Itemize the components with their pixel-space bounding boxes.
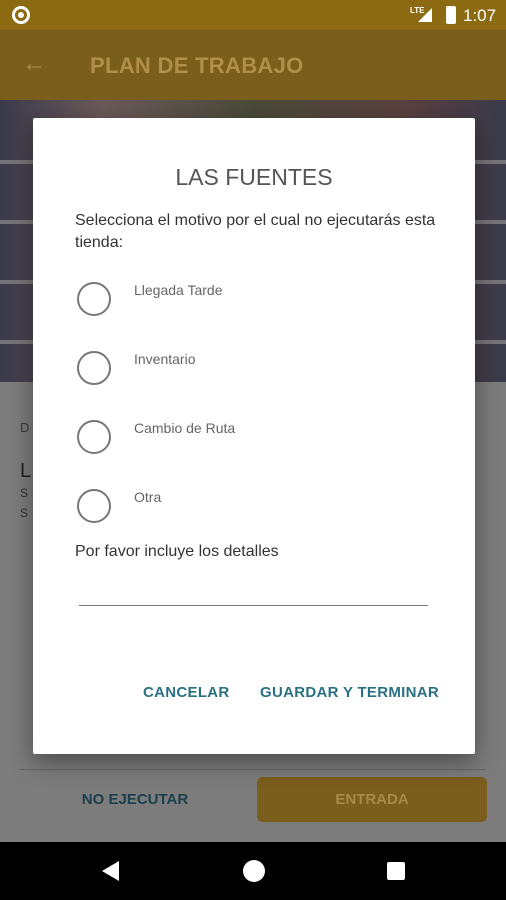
back-arrow-icon[interactable]: ← — [22, 52, 46, 76]
entrada-button[interactable]: ENTRADA — [257, 777, 487, 822]
signal-icon — [418, 8, 432, 22]
option-llegada-tarde[interactable]: Llegada Tarde — [77, 282, 457, 318]
option-otra[interactable]: Otra — [77, 489, 457, 525]
option-inventario[interactable]: Inventario — [77, 351, 457, 387]
dialog-title: LAS FUENTES — [175, 164, 333, 190]
store-date: D — [20, 420, 30, 435]
dialog-prompt: Selecciona el motivo por el cual no ejec… — [75, 212, 436, 251]
nav-recents-icon[interactable] — [387, 862, 405, 880]
store-name: L — [20, 460, 32, 482]
option-cambio-de-ruta[interactable]: Cambio de Ruta — [77, 420, 457, 456]
reason-dialog: LAS FUENTES Selecciona el motivo por el … — [33, 118, 475, 754]
app-bar: ← PLAN DE TRABAJO — [0, 30, 506, 100]
status-time: 1:07 — [463, 6, 497, 25]
nav-home-icon[interactable] — [243, 860, 265, 882]
divider — [20, 769, 486, 770]
radio-button[interactable] — [77, 351, 111, 385]
radio-button[interactable] — [77, 489, 111, 523]
radio-button[interactable] — [77, 282, 111, 316]
option-label: Inventario — [134, 351, 196, 367]
store-info-line: S — [20, 486, 29, 500]
save-and-finish-button[interactable]: GUARDAR Y TERMINAR — [260, 680, 439, 704]
notification-icon — [12, 6, 30, 24]
store-info-line: S — [20, 506, 29, 520]
no-ejecutar-button[interactable]: NO EJECUTAR — [60, 782, 210, 818]
details-input[interactable] — [79, 576, 428, 606]
details-label: Por favor incluye los detalles — [75, 543, 279, 560]
status-bar: LTE 1:07 — [0, 0, 506, 30]
navigation-bar — [0, 842, 506, 900]
cancel-button[interactable]: CANCELAR — [143, 680, 230, 704]
option-label: Otra — [134, 489, 162, 505]
page-title: PLAN DE TRABAJO — [90, 53, 304, 78]
radio-button[interactable] — [77, 420, 111, 454]
option-label: Cambio de Ruta — [134, 420, 236, 436]
battery-icon — [446, 6, 456, 24]
nav-back-icon[interactable] — [102, 861, 119, 881]
option-label: Llegada Tarde — [134, 282, 223, 298]
